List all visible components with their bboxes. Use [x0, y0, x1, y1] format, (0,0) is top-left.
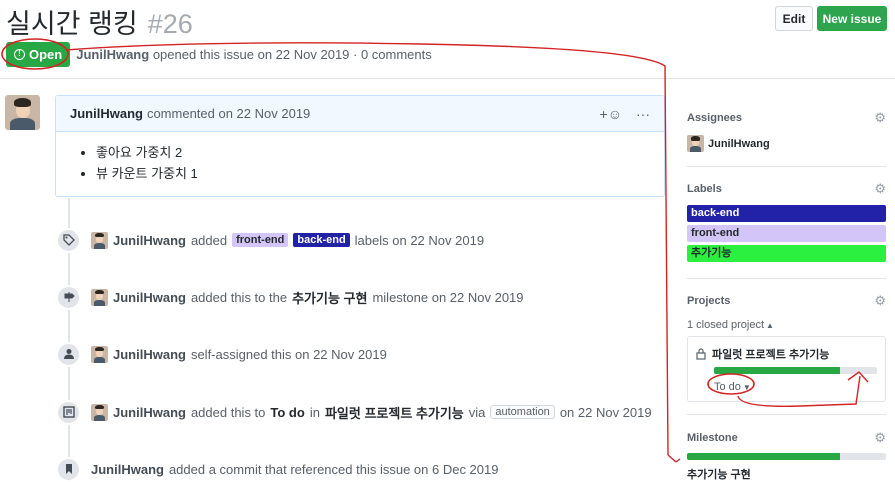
- project-column-link[interactable]: To do: [270, 405, 304, 420]
- gear-icon[interactable]: ⚙: [874, 181, 886, 197]
- sidebar-label-feature[interactable]: 추가기능: [687, 245, 886, 262]
- gear-icon[interactable]: ⚙: [874, 110, 886, 126]
- state-label: Open: [29, 46, 63, 62]
- event-actor[interactable]: JunilHwang: [113, 347, 186, 362]
- meta-rest: opened this issue on 22 Nov 2019 · 0 com…: [152, 46, 432, 62]
- labels-section: Labels ⚙ back-end front-end 추가기능: [687, 181, 886, 265]
- avatar[interactable]: [91, 288, 108, 306]
- timeline-event-commit: JunilHwang added a commit that reference…: [56, 456, 498, 482]
- gear-icon[interactable]: ⚙: [874, 430, 886, 446]
- avatar[interactable]: [5, 95, 40, 130]
- event-text: milestone on 22 Nov 2019: [372, 289, 524, 305]
- event-text: on 22 Nov 2019: [559, 404, 652, 420]
- avatar[interactable]: [91, 345, 108, 363]
- issue-title: 실시간 랭킹: [6, 9, 138, 39]
- projects-title[interactable]: Projects: [687, 295, 886, 307]
- sidebar-divider: [687, 414, 886, 415]
- lock-icon: [696, 348, 706, 360]
- issue-title-row: 실시간 랭킹 #26: [6, 2, 193, 39]
- triangle-up-icon: ▲: [766, 320, 774, 330]
- milestone-link[interactable]: 추가기능 구현: [292, 288, 367, 307]
- comment-action[interactable]: commented on 22 Nov 2019: [147, 106, 310, 121]
- event-text: in: [309, 404, 320, 420]
- sidebar-divider: [687, 278, 886, 279]
- label-front-end[interactable]: front-end: [232, 233, 289, 247]
- annotation-arrow-tail: [675, 458, 681, 463]
- person-icon: [56, 341, 81, 367]
- add-reaction-icon[interactable]: +☺: [600, 106, 622, 122]
- event-actor[interactable]: JunilHwang: [91, 462, 164, 477]
- gear-icon[interactable]: ⚙: [874, 293, 886, 309]
- author-link[interactable]: JunilHwang: [76, 47, 149, 62]
- projects-section: Projects ⚙ 1 closed project ▲: [687, 293, 886, 331]
- project-icon: [56, 399, 81, 425]
- event-text: via: [468, 404, 486, 420]
- kebab-menu-icon[interactable]: ···: [636, 106, 650, 122]
- issue-number: #26: [147, 9, 193, 39]
- sidebar-divider: [687, 166, 886, 167]
- milestone-name[interactable]: 추가기능 구현: [687, 466, 886, 482]
- automation-chip: automation: [490, 405, 555, 419]
- milestone-progress-fill: [687, 453, 841, 460]
- project-link[interactable]: 파일럿 프로젝트 추가기능: [325, 403, 464, 422]
- comment-actions: +☺ ···: [600, 106, 650, 122]
- open-state-badge: ! Open: [6, 41, 71, 67]
- timeline-event-project: JunilHwang added this to To do in 파일럿 프로…: [56, 399, 652, 425]
- avatar[interactable]: [687, 135, 704, 152]
- comment-author[interactable]: JunilHwang: [70, 106, 143, 121]
- avatar[interactable]: [91, 403, 108, 421]
- sidebar-label-front-end[interactable]: front-end: [687, 225, 886, 242]
- timeline-event-labels: JunilHwang added front-end back-end labe…: [56, 227, 484, 253]
- event-text: labels on 22 Nov 2019: [354, 232, 485, 248]
- comment-body: 좋아요 가중치 2 뷰 카운트 가중치 1: [56, 132, 664, 184]
- event-text: added this to: [190, 404, 266, 420]
- closed-projects-toggle[interactable]: 1 closed project ▲: [687, 319, 886, 331]
- project-column-dropdown[interactable]: To do ▼: [714, 381, 885, 393]
- bookmark-icon: [56, 456, 81, 482]
- project-progress-bar: [714, 367, 877, 374]
- milestone-section: Milestone ⚙ 추가기능 구현: [687, 430, 886, 482]
- timeline-event-milestone: JunilHwang added this to the 추가기능 구현 mil…: [56, 284, 524, 310]
- list-item: 좋아요 가중치 2: [96, 142, 664, 163]
- issue-opened-icon: !: [14, 48, 25, 60]
- event-text: self-assigned this on 22 Nov 2019: [190, 346, 387, 362]
- project-name[interactable]: 파일럿 프로젝트 추가기능: [712, 346, 829, 362]
- event-actor[interactable]: JunilHwang: [113, 405, 186, 420]
- event-text: added this to the: [190, 289, 288, 305]
- assignees-section: Assignees ⚙ JunilHwang: [687, 110, 886, 152]
- header-divider: [0, 78, 895, 79]
- assignee-name[interactable]: JunilHwang: [708, 138, 770, 150]
- issue-comment: JunilHwang commented on 22 Nov 2019 +☺ ·…: [55, 95, 665, 197]
- issue-meta-text: JunilHwang opened this issue on 22 Nov 2…: [76, 47, 432, 62]
- assignees-title[interactable]: Assignees: [687, 112, 886, 124]
- timeline-event-assigned: JunilHwang self-assigned this on 22 Nov …: [56, 341, 387, 367]
- caret-down-icon: ▼: [742, 382, 751, 392]
- annotation-arrow-head-left: [667, 454, 677, 463]
- edit-button[interactable]: Edit: [775, 6, 813, 31]
- comment-header: JunilHwang commented on 22 Nov 2019: [56, 96, 664, 132]
- new-issue-button[interactable]: New issue: [817, 6, 887, 31]
- tag-icon: [56, 227, 81, 253]
- closed-projects-label: 1 closed project: [687, 319, 765, 331]
- event-text: added a commit that referenced this issu…: [168, 461, 499, 477]
- milestone-title[interactable]: Milestone: [687, 432, 886, 444]
- avatar[interactable]: [91, 231, 108, 249]
- milestone-progress-bar: [687, 453, 886, 460]
- label-back-end[interactable]: back-end: [293, 233, 350, 247]
- project-progress-fill: [714, 367, 840, 374]
- issue-meta: ! Open JunilHwang opened this issue on 2…: [6, 41, 432, 67]
- event-text: added: [190, 232, 228, 248]
- sidebar-label-back-end[interactable]: back-end: [687, 205, 886, 222]
- project-column: To do: [714, 381, 741, 393]
- labels-title[interactable]: Labels: [687, 183, 886, 195]
- project-card[interactable]: 파일럿 프로젝트 추가기능 To do ▼: [687, 336, 886, 402]
- event-actor[interactable]: JunilHwang: [113, 233, 186, 248]
- list-item: 뷰 카운트 가중치 1: [96, 163, 664, 184]
- milestone-icon: [56, 284, 81, 310]
- event-actor[interactable]: JunilHwang: [113, 290, 186, 305]
